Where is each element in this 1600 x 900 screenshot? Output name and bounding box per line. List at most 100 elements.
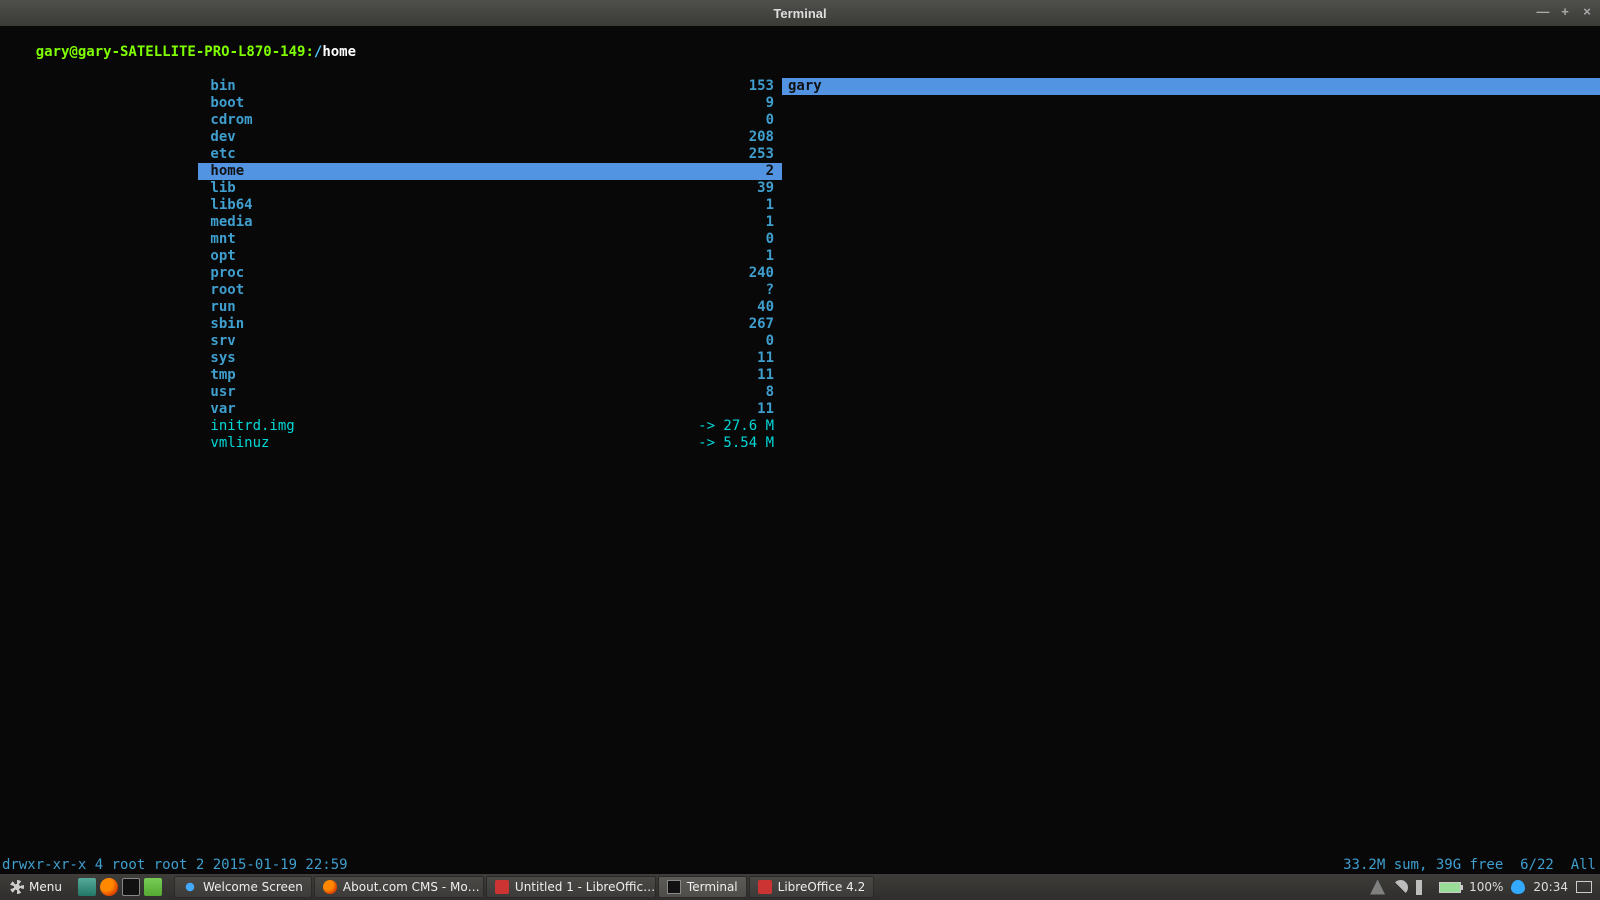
clock[interactable]: 20:34 bbox=[1533, 880, 1568, 894]
taskbar-task[interactable]: Untitled 1 - LibreOffic… bbox=[486, 876, 656, 898]
file-size: 40 bbox=[757, 299, 774, 316]
terminal-icon[interactable] bbox=[122, 878, 140, 896]
file-size: 11 bbox=[757, 367, 774, 384]
file-row[interactable]: media 1 bbox=[198, 214, 782, 231]
file-size: 267 bbox=[749, 316, 774, 333]
file-name: srv bbox=[202, 333, 236, 350]
file-row[interactable]: cdrom 0 bbox=[198, 112, 782, 129]
file-row[interactable]: lib 39 bbox=[198, 180, 782, 197]
task-label: Untitled 1 - LibreOffic… bbox=[515, 880, 655, 894]
ranger-current-column[interactable]: bin153 boot9 cdrom0 dev208 etc253 home2 … bbox=[198, 78, 782, 890]
firefox-icon[interactable] bbox=[100, 878, 118, 896]
file-row[interactable]: usr 8 bbox=[198, 384, 782, 401]
file-size: 208 bbox=[749, 129, 774, 146]
file-row[interactable]: lib64 1 bbox=[198, 197, 782, 214]
battery-percent: 100% bbox=[1469, 880, 1503, 894]
sound-icon[interactable] bbox=[1416, 880, 1431, 895]
file-size: 1 bbox=[766, 248, 774, 265]
doc-icon bbox=[495, 880, 509, 894]
file-size: 39 bbox=[757, 180, 774, 197]
file-name: var bbox=[202, 401, 236, 418]
desktop-taskbar[interactable]: Menu Welcome Screen About.com CMS - Mo… Un… bbox=[0, 874, 1600, 900]
taskbar-task[interactable]: About.com CMS - Mo… bbox=[314, 876, 484, 898]
file-row[interactable]: run40 bbox=[198, 299, 782, 316]
display-icon[interactable] bbox=[1576, 881, 1592, 893]
ranger-terminal[interactable]: gary@gary-SATELLITE-PRO-L870-149:/home b… bbox=[0, 26, 1600, 874]
taskbar-task[interactable]: Terminal bbox=[658, 876, 747, 898]
file-size: 2 bbox=[766, 163, 774, 180]
file-row[interactable]: root? bbox=[198, 282, 782, 299]
preview-name: gary bbox=[788, 78, 822, 95]
system-tray: 100% 20:34 bbox=[1370, 880, 1600, 895]
file-name: lib bbox=[202, 180, 236, 197]
file-row[interactable]: srv0 bbox=[198, 333, 782, 350]
file-size: 11 bbox=[757, 350, 774, 367]
file-name: root bbox=[202, 282, 244, 299]
file-permissions: drwxr-xr-x 4 root root 2 2015-01-19 22:5… bbox=[2, 857, 348, 874]
file-name: dev bbox=[202, 129, 236, 146]
file-name: home bbox=[202, 163, 244, 180]
file-size: 253 bbox=[749, 146, 774, 163]
taskbar-tasks: Welcome Screen About.com CMS - Mo… Untitle… bbox=[174, 876, 874, 898]
file-manager-icon[interactable] bbox=[144, 878, 162, 896]
preview-row[interactable]: gary bbox=[782, 78, 1600, 95]
file-row[interactable]: sbin 267 bbox=[198, 316, 782, 333]
file-size: 240 bbox=[749, 265, 774, 282]
file-name: vmlinuz bbox=[202, 435, 269, 452]
file-size: -> 5.54 M bbox=[698, 435, 774, 452]
window-titlebar[interactable]: Terminal — + × bbox=[0, 0, 1600, 26]
power-icon bbox=[183, 880, 197, 894]
show-desktop-icon[interactable] bbox=[78, 878, 96, 896]
file-size: 0 bbox=[766, 112, 774, 129]
wifi-icon[interactable] bbox=[1393, 880, 1408, 895]
file-size: 1 bbox=[766, 214, 774, 231]
shield-icon[interactable] bbox=[1511, 880, 1525, 894]
ranger-parent-column bbox=[0, 78, 198, 890]
file-row[interactable]: tmp11 bbox=[198, 367, 782, 384]
file-name: etc bbox=[202, 146, 236, 163]
file-name: usr bbox=[202, 384, 236, 401]
file-row[interactable]: var 11 bbox=[198, 401, 782, 418]
maximize-button[interactable]: + bbox=[1558, 4, 1572, 19]
user-host: gary@gary-SATELLITE-PRO-L870-149 bbox=[36, 44, 306, 60]
file-row[interactable]: proc240 bbox=[198, 265, 782, 282]
file-size: 153 bbox=[749, 78, 774, 95]
fx-icon bbox=[323, 880, 337, 894]
user-icon[interactable] bbox=[1370, 880, 1385, 895]
file-row[interactable]: bin153 bbox=[198, 78, 782, 95]
file-size: ? bbox=[766, 282, 774, 299]
file-name: sys bbox=[202, 350, 236, 367]
file-row[interactable]: dev 208 bbox=[198, 129, 782, 146]
file-row[interactable]: etc 253 bbox=[198, 146, 782, 163]
current-path: gary@gary-SATELLITE-PRO-L870-149:/home bbox=[0, 26, 1600, 78]
file-row[interactable]: home 2 bbox=[198, 163, 782, 180]
task-label: About.com CMS - Mo… bbox=[343, 880, 480, 894]
file-name: initrd.img bbox=[202, 418, 295, 435]
taskbar-task[interactable]: Welcome Screen bbox=[174, 876, 312, 898]
file-size: 1 bbox=[766, 197, 774, 214]
file-name: cdrom bbox=[202, 112, 253, 129]
file-row[interactable]: opt 1 bbox=[198, 248, 782, 265]
close-button[interactable]: × bbox=[1580, 4, 1594, 19]
file-size: 11 bbox=[757, 401, 774, 418]
disk-summary: 33.2M sum, 39G free 6/22 All bbox=[1343, 857, 1596, 874]
menu-button[interactable]: Menu bbox=[0, 874, 72, 900]
file-row[interactable]: vmlinuz -> 5.54 M bbox=[198, 435, 782, 452]
file-row[interactable]: mnt0 bbox=[198, 231, 782, 248]
file-name: sbin bbox=[202, 316, 244, 333]
gear-icon bbox=[10, 880, 24, 894]
file-name: media bbox=[202, 214, 253, 231]
quick-launch bbox=[72, 878, 168, 896]
file-size: 8 bbox=[766, 384, 774, 401]
ranger-preview-column[interactable]: gary bbox=[782, 78, 1600, 890]
file-row[interactable]: boot9 bbox=[198, 95, 782, 112]
file-name: opt bbox=[202, 248, 236, 265]
file-row[interactable]: initrd.img -> 27.6 M bbox=[198, 418, 782, 435]
file-name: lib64 bbox=[202, 197, 253, 214]
taskbar-task[interactable]: LibreOffice 4.2 bbox=[749, 876, 875, 898]
battery-icon[interactable] bbox=[1439, 882, 1461, 893]
file-row[interactable]: sys 11 bbox=[198, 350, 782, 367]
file-size: -> 27.6 M bbox=[698, 418, 774, 435]
minimize-button[interactable]: — bbox=[1536, 4, 1550, 19]
task-label: Welcome Screen bbox=[203, 880, 303, 894]
